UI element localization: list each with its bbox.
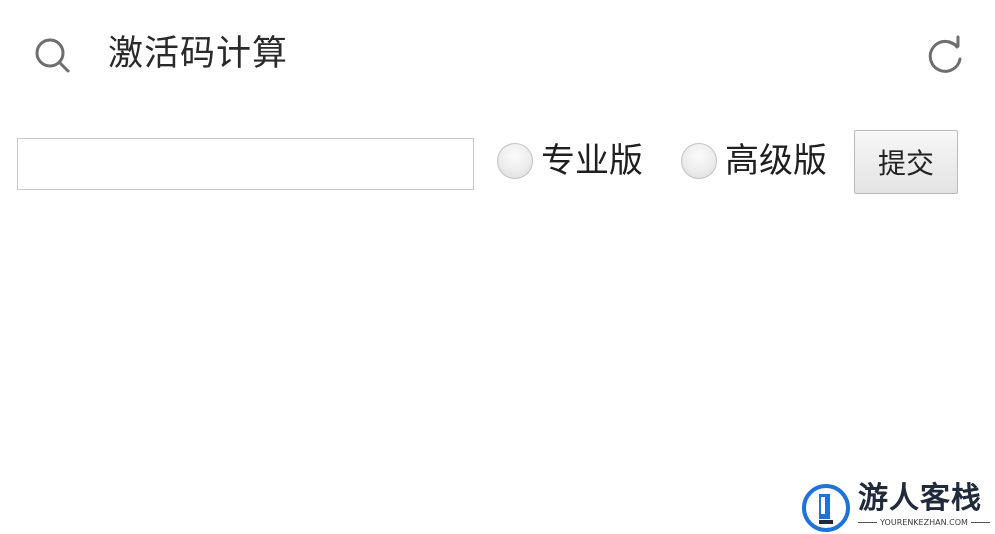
divider-line — [970, 522, 990, 523]
radio-option-advanced[interactable]: 高级版 — [681, 138, 827, 184]
radio-label-advanced: 高级版 — [725, 141, 827, 181]
watermark-name: 游人客栈 — [858, 481, 982, 516]
site-logo-icon — [802, 484, 850, 532]
radio-label-pro: 专业版 — [541, 141, 643, 181]
watermark-domain-row: YOURENKEZHAN.COM — [858, 518, 990, 527]
refresh-icon[interactable] — [924, 35, 966, 77]
radio-button-advanced[interactable] — [681, 143, 717, 179]
submit-button[interactable]: 提交 — [854, 130, 958, 194]
watermark-domain: YOURENKEZHAN.COM — [880, 518, 968, 527]
watermark-logo: 游人客栈 YOURENKEZHAN.COM — [800, 480, 995, 534]
page-title: 激活码计算 — [108, 34, 289, 74]
radio-button-pro[interactable] — [497, 143, 533, 179]
radio-option-pro[interactable]: 专业版 — [497, 138, 643, 184]
activation-code-input[interactable] — [17, 138, 474, 190]
search-icon[interactable] — [33, 36, 71, 74]
header-bar: 激活码计算 — [0, 0, 995, 110]
divider-line — [858, 522, 878, 523]
